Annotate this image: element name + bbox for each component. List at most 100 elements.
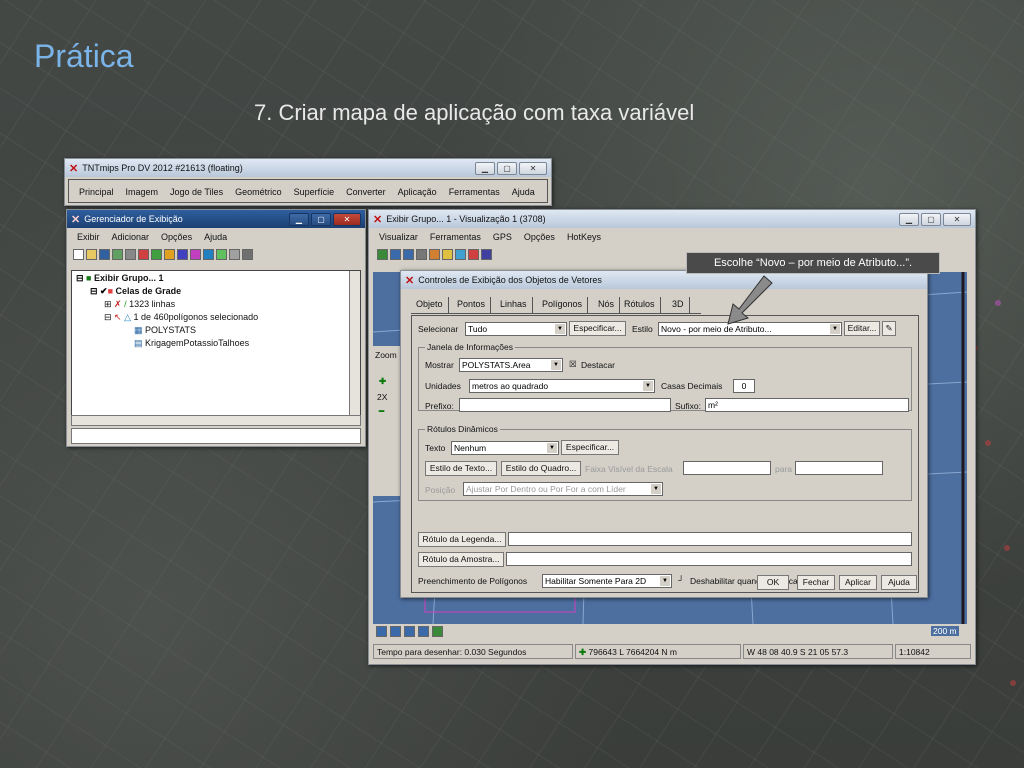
menu-opcoes[interactable]: Opções [161,232,192,242]
menu-principal[interactable]: Principal [79,187,114,198]
layer-list-icon[interactable] [376,626,387,637]
tree-horizontal-scrollbar[interactable] [71,415,361,426]
vector-icon[interactable] [164,248,175,260]
text-combo[interactable]: Nenhum ▼ [451,441,559,455]
tree-lines-row[interactable]: ⊞ ✗ / 1323 linhas [104,298,175,311]
zoom-out-icon[interactable]: ━ [379,406,384,417]
sample-label-button[interactable]: Rótulo da Amostra... [418,552,504,567]
raster-icon[interactable] [151,248,162,260]
tree-group-row[interactable]: ⊟ ■ Exibir Grupo... 1 [76,272,164,285]
scale-range-max-input[interactable] [795,461,883,475]
print-icon[interactable] [481,248,492,260]
close-dialog-button[interactable]: Fechar [797,575,835,590]
tree-krigagem-row[interactable]: ▤ KrigagemPotassioTalhoes [134,337,249,350]
pan-icon[interactable] [416,248,427,260]
highlight-checkbox[interactable]: ☒ [569,359,577,370]
menu-opcoes[interactable]: Opções [524,232,555,242]
menu-hotkeys[interactable]: HotKeys [567,232,601,242]
tree-polystats-row[interactable]: ▦ POLYSTATS [134,324,196,337]
menu-gps[interactable]: GPS [493,232,512,242]
text-style-button[interactable]: Estilo de Texto... [425,461,497,476]
frame-style-button[interactable]: Estilo do Quadro... [501,461,581,476]
select-icon[interactable] [429,248,440,260]
close-button[interactable]: ✕ [943,212,971,226]
fill-combo[interactable]: Habilitar Somente Para 2D ▼ [542,574,672,588]
display-manager-titlebar[interactable]: ✕ Gerenciador de Exibição ▁ ▢ ✕ [67,210,365,228]
tab-poligonos[interactable]: Polígonos [537,297,589,313]
minimize-button[interactable]: ▁ [289,212,309,226]
stop-icon[interactable] [468,248,479,260]
prefix-input[interactable] [459,398,671,412]
menu-converter[interactable]: Converter [346,187,386,198]
tree-polygons-row[interactable]: ⊟ ↖ △ 1 de 460polígonos selecionado [104,311,258,324]
region-icon[interactable] [216,248,227,260]
redraw-icon[interactable] [377,248,388,260]
view-window-titlebar[interactable]: ✕ Exibir Grupo... 1 - Visualização 1 (37… [369,210,975,228]
edit-button[interactable]: Editar... [844,321,880,336]
menu-exibir[interactable]: Exibir [77,232,100,242]
close-button[interactable]: ✕ [333,212,361,226]
suffix-input[interactable]: m² [705,398,909,412]
maximize-button[interactable]: ▢ [921,212,941,226]
tab-pontos[interactable]: Pontos [452,297,492,313]
close-button[interactable]: ✕ [519,161,547,175]
tree-layer-row[interactable]: ⊟ ✔■ Celas de Grade [90,285,181,298]
locator-icon[interactable] [432,626,443,637]
specify-button[interactable]: Especificar... [569,321,626,336]
select-combo[interactable]: Tudo ▼ [465,322,567,336]
position-combo[interactable]: Ajustar Por Dentro ou Por For a com Líde… [463,482,663,496]
show-combo[interactable]: POLYSTATS.Area ▼ [459,358,563,372]
zoom-box-icon[interactable] [390,626,401,637]
print-icon[interactable] [125,248,136,260]
menu-jogo-de-tiles[interactable]: Jogo de Tiles [170,187,223,198]
menu-superficie[interactable]: Superfície [294,187,335,198]
menu-imagem[interactable]: Imagem [126,187,159,198]
minimize-button[interactable]: ▁ [899,212,919,226]
maximize-button[interactable]: ▢ [311,212,331,226]
apply-button[interactable]: Aplicar [839,575,877,590]
tab-nos[interactable]: Nós [593,297,621,313]
measure-icon[interactable] [442,248,453,260]
menu-adicionar[interactable]: Adicionar [112,232,150,242]
sample-label-input[interactable] [506,552,912,566]
add-layer-icon[interactable] [138,248,149,260]
decimals-input[interactable]: 0 [733,379,755,393]
save-icon[interactable] [99,248,110,260]
cad-icon[interactable] [177,248,188,260]
minimize-button[interactable]: ▁ [475,161,495,175]
tree-vertical-scrollbar[interactable] [349,271,360,415]
menu-ferramentas[interactable]: Ferramentas [449,187,500,198]
tab-objeto[interactable]: Objeto [411,297,449,313]
menu-ajuda[interactable]: Ajuda [512,187,535,198]
database-icon[interactable] [229,248,240,260]
menu-ajuda[interactable]: Ajuda [204,232,227,242]
zoom-in-icon[interactable]: ✚ [379,376,386,387]
menu-geometrico[interactable]: Geométrico [235,187,282,198]
menu-aplicacao[interactable]: Aplicação [398,187,437,198]
legend-label-input[interactable] [508,532,912,546]
open-icon[interactable] [86,248,97,260]
maximize-button[interactable]: ▢ [497,161,517,175]
zoom-out-icon[interactable] [418,626,429,637]
menu-ferramentas[interactable]: Ferramentas [430,232,481,242]
style-wand-icon[interactable]: ✎ [882,321,896,336]
ok-button[interactable]: OK [757,575,789,590]
tab-3d[interactable]: 3D [667,297,690,313]
layer-icon[interactable] [112,248,123,260]
zoom-in-icon[interactable] [403,248,414,260]
menu-visualizar[interactable]: Visualizar [379,232,418,242]
zoom-prev-icon[interactable] [404,626,415,637]
tin-icon[interactable] [203,248,214,260]
shape-icon[interactable] [190,248,201,260]
disable-highlight-checkbox[interactable]: ┘ [678,575,684,585]
main-window-titlebar[interactable]: ✕ TNTmips Pro DV 2012 #21613 (floating) … [65,159,551,177]
gps-icon[interactable] [455,248,466,260]
zoom-full-icon[interactable] [390,248,401,260]
tab-rotulos[interactable]: Rótulos [619,297,661,313]
new-icon[interactable] [73,248,84,260]
tab-linhas[interactable]: Linhas [495,297,533,313]
legend-label-button[interactable]: Rótulo da Legenda... [418,532,506,547]
labels-specify-button[interactable]: Especificar... [561,440,619,455]
help-button[interactable]: Ajuda [881,575,917,590]
scale-range-min-input[interactable] [683,461,771,475]
